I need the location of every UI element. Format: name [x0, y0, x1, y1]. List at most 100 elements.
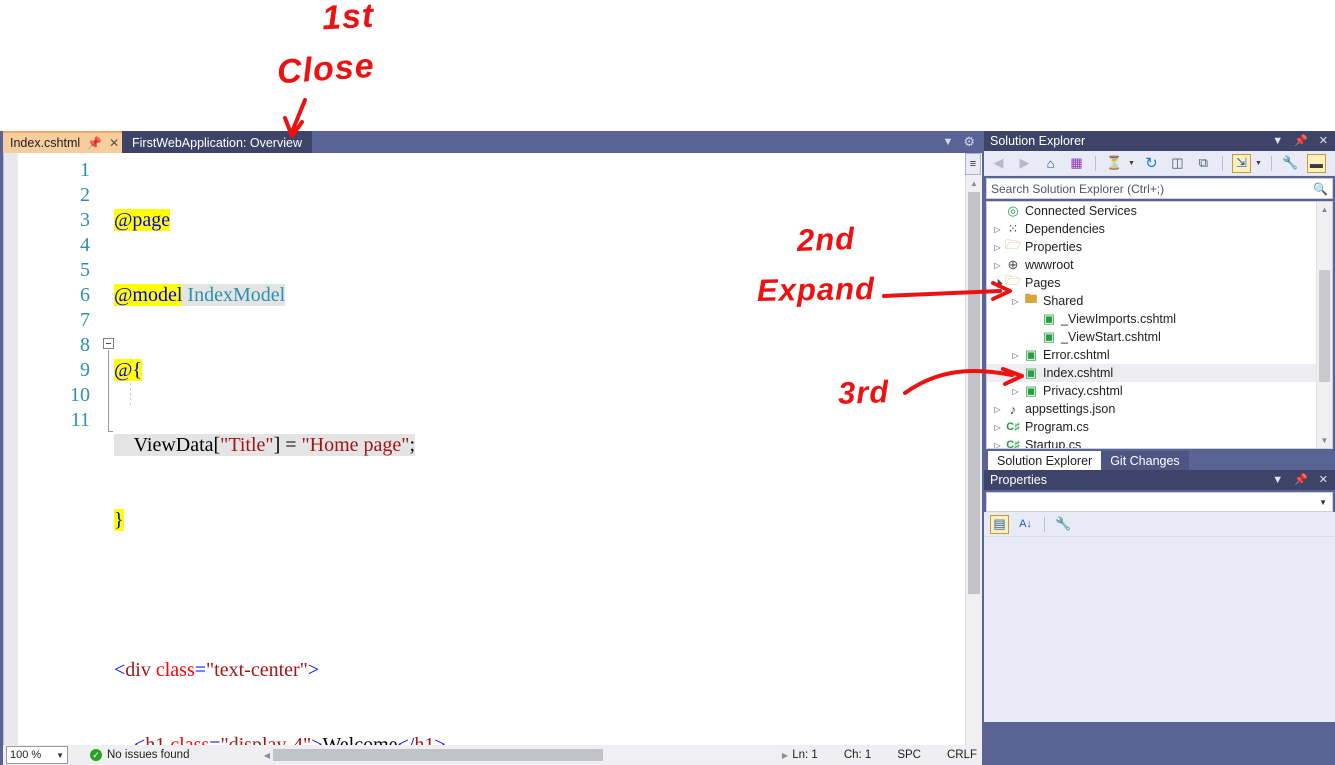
chevron-right-icon[interactable]: ▷	[991, 441, 1004, 449]
annotation-expand: Expand	[756, 270, 876, 309]
chevron-right-icon[interactable]: ▷	[991, 243, 1004, 252]
chevron-right-icon[interactable]: ▷	[1009, 351, 1022, 360]
tree-item-viewstart-cshtml[interactable]: ▣ _ViewStart.cshtml	[987, 328, 1332, 346]
editor-tab-strip: Index.cshtml 📌 ✕ FirstWebApplication: Ov…	[3, 131, 981, 153]
scroll-down-arrow-icon[interactable]: ▼	[1317, 433, 1332, 448]
chevron-right-icon[interactable]: ▷	[991, 261, 1004, 270]
chevron-right-icon[interactable]: ▷	[991, 423, 1004, 432]
chevron-right-icon[interactable]: ▷	[1009, 297, 1022, 306]
tree-item-viewimports-cshtml[interactable]: ▣ _ViewImports.cshtml	[987, 310, 1332, 328]
scrollbar-thumb[interactable]	[1319, 270, 1330, 382]
line-number: 10	[70, 384, 90, 406]
pin-icon[interactable]: 📌	[1294, 474, 1308, 486]
chevron-down-icon[interactable]: ▼	[942, 136, 953, 148]
annotation-close: Close	[275, 46, 376, 92]
tree-item-dependencies[interactable]: ▷ ⁙ Dependencies	[987, 220, 1332, 238]
preview-pane-icon[interactable]: ▬	[1306, 153, 1326, 173]
indentation-indicator[interactable]: SPC	[897, 749, 921, 761]
csharp-file-icon: C♯	[1006, 439, 1020, 449]
tree-item-label: Pages	[1025, 276, 1061, 290]
close-icon[interactable]: ✕	[1319, 135, 1328, 147]
gear-icon[interactable]: ⚙	[963, 134, 975, 150]
chevron-right-icon[interactable]: ▷	[1009, 387, 1022, 396]
categorized-icon[interactable]: ▤	[990, 514, 1009, 534]
close-icon[interactable]: ✕	[1319, 474, 1328, 486]
tree-item-appsettings-json[interactable]: ▷ ♪ appsettings.json	[987, 400, 1332, 418]
editor-tab-index-cshtml[interactable]: Index.cshtml 📌 ✕	[3, 131, 125, 153]
split-view-button[interactable]: ≡	[965, 153, 981, 175]
tree-item-privacy-cshtml[interactable]: ▷ ▣ Privacy.cshtml	[987, 382, 1332, 400]
tree-item-properties[interactable]: ▷ 🗁 Properties	[987, 237, 1332, 256]
solution-icon[interactable]: ▦	[1067, 154, 1086, 173]
properties-grid[interactable]	[984, 537, 1335, 722]
pin-icon[interactable]: 📌	[1294, 135, 1308, 147]
line-number: 5	[80, 259, 90, 281]
dock-tab-solution-explorer[interactable]: Solution Explorer	[988, 451, 1102, 470]
wrench-icon[interactable]: 🔧	[1281, 154, 1300, 173]
scrollbar-track[interactable]	[273, 749, 779, 761]
tree-item-program-cs[interactable]: ▷ C♯ Program.cs	[987, 418, 1332, 436]
editor-tab-overview[interactable]: FirstWebApplication: Overview	[122, 131, 312, 153]
solution-explorer-scrollbar[interactable]: ▲ ▼	[1316, 202, 1332, 448]
code-line-4: ViewData["Title"] = "Home page";	[114, 434, 416, 456]
editor-horizontal-scrollbar[interactable]: ◀ ▶	[261, 749, 791, 761]
wrench-icon[interactable]: 🔧	[1054, 515, 1073, 534]
chevron-down-icon[interactable]: ▼	[1128, 160, 1135, 167]
issues-status[interactable]: ✓ No issues found	[90, 749, 189, 761]
editor-vertical-scrollbar[interactable]: ▲ ▼	[965, 175, 982, 765]
chevron-right-icon[interactable]: ▷	[991, 225, 1004, 234]
scrollbar-thumb[interactable]	[968, 192, 980, 594]
refresh-icon[interactable]: ↻	[1142, 154, 1161, 173]
show-all-files-icon[interactable]: ⧉	[1194, 154, 1213, 173]
line-number: 11	[70, 409, 90, 431]
scroll-up-arrow-icon[interactable]: ▲	[1317, 202, 1332, 217]
back-icon[interactable]: ◀	[989, 154, 1008, 173]
properties-object-selector[interactable]: ▼	[986, 492, 1333, 512]
collapse-all-icon[interactable]: ◫	[1168, 154, 1187, 173]
tree-item-startup-cs[interactable]: ▷ C♯ Startup.cs	[987, 436, 1332, 449]
chevron-down-icon[interactable]: ▼	[1272, 474, 1283, 486]
issues-label: No issues found	[107, 749, 190, 761]
tree-item-label: Program.cs	[1025, 420, 1089, 434]
search-solution-explorer-input[interactable]: Search Solution Explorer (Ctrl+;) 🔍	[986, 178, 1333, 199]
chevron-down-icon[interactable]: ▼	[56, 751, 64, 760]
pin-icon[interactable]: 📌	[87, 136, 102, 150]
chevron-down-icon[interactable]: ▼	[1319, 498, 1327, 507]
zoom-level-selector[interactable]: 100 % ▼	[6, 746, 68, 764]
tree-item-label: wwwroot	[1025, 258, 1074, 272]
chevron-down-icon[interactable]: ▼	[1272, 135, 1283, 147]
scroll-right-arrow-icon[interactable]: ▶	[779, 751, 791, 760]
solution-explorer-tree[interactable]: ◎ Connected Services ▷ ⁙ Dependencies ▷ 🗁 Prope…	[986, 201, 1333, 449]
folder-icon: 🖿	[1024, 291, 1038, 306]
close-icon[interactable]: ✕	[109, 136, 119, 150]
editor-indicator-margin	[4, 153, 18, 745]
alphabetical-sort-icon[interactable]: A↓	[1016, 515, 1035, 534]
home-icon[interactable]: ⌂	[1041, 154, 1060, 173]
properties-view-icon[interactable]: ⇲	[1231, 153, 1251, 173]
tree-item-index-cshtml[interactable]: ▷ ▣ Index.cshtml	[987, 364, 1332, 382]
search-placeholder: Search Solution Explorer (Ctrl+;)	[991, 181, 1165, 196]
scroll-left-arrow-icon[interactable]: ◀	[261, 751, 273, 760]
scrollbar-thumb[interactable]	[273, 749, 603, 761]
tree-item-wwwroot[interactable]: ▷ ⊕ wwwroot	[987, 256, 1332, 274]
forward-icon[interactable]: ▶	[1015, 154, 1034, 173]
tree-item-label: Index.cshtml	[1043, 366, 1114, 380]
tree-item-label: Privacy.cshtml	[1043, 384, 1123, 398]
search-icon[interactable]: 🔍	[1313, 182, 1328, 196]
tree-item-shared[interactable]: ▷ 🖿 Shared	[987, 291, 1332, 310]
scroll-up-arrow-icon[interactable]: ▲	[966, 175, 982, 191]
wwwroot-globe-icon: ⊕	[1007, 257, 1019, 272]
dock-tab-strip: Solution Explorer Git Changes	[984, 449, 1335, 470]
tree-item-label: appsettings.json	[1025, 402, 1116, 416]
chevron-down-icon[interactable]: ▼	[1255, 160, 1262, 167]
line-endings-indicator[interactable]: CRLF	[947, 749, 977, 761]
tree-item-connected-services[interactable]: ◎ Connected Services	[987, 202, 1332, 220]
line-number-gutter: 1 2 3 4 5 6 7 8 9 10 11	[18, 158, 90, 433]
pending-changes-icon[interactable]: ⏳	[1105, 154, 1124, 173]
chevron-right-icon[interactable]: ▷	[1009, 369, 1022, 378]
chevron-right-icon[interactable]: ▷	[991, 405, 1004, 414]
tree-item-error-cshtml[interactable]: ▷ ▣ Error.cshtml	[987, 346, 1332, 364]
collapse-region-icon[interactable]	[103, 338, 114, 349]
dock-tab-git-changes[interactable]: Git Changes	[1101, 451, 1189, 470]
